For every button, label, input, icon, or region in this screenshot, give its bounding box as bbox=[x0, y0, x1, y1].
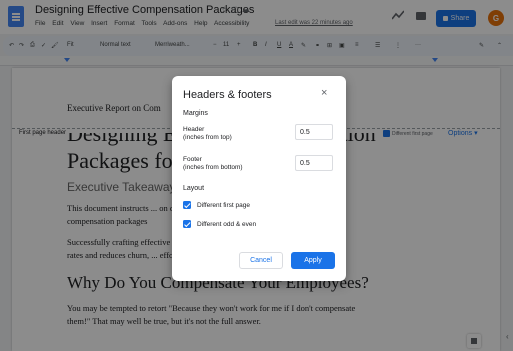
checkbox-checked-icon[interactable] bbox=[183, 220, 191, 228]
header-margin-input[interactable]: 0.5 bbox=[295, 124, 333, 140]
different-odd-even-option[interactable]: Different odd & even bbox=[183, 220, 256, 228]
different-first-page-label: Different first page bbox=[197, 201, 250, 209]
footer-margin-input[interactable]: 0.5 bbox=[295, 155, 333, 171]
cancel-button[interactable]: Cancel bbox=[239, 252, 283, 269]
apply-button[interactable]: Apply bbox=[291, 252, 335, 269]
dialog-title: Headers & footers bbox=[183, 89, 272, 101]
checkbox-checked-icon[interactable] bbox=[183, 201, 191, 209]
close-icon[interactable]: × bbox=[321, 88, 327, 99]
different-odd-even-label: Different odd & even bbox=[197, 220, 257, 228]
footer-margin-label: Footer (inches from bottom) bbox=[183, 156, 243, 171]
header-margin-label: Header (inches from top) bbox=[183, 126, 232, 141]
layout-section-label: Layout bbox=[183, 185, 205, 192]
margins-section-label: Margins bbox=[183, 110, 208, 117]
headers-footers-dialog: Headers & footers × Margins Header (inch… bbox=[172, 76, 346, 281]
different-first-page-option[interactable]: Different first page bbox=[183, 201, 250, 209]
